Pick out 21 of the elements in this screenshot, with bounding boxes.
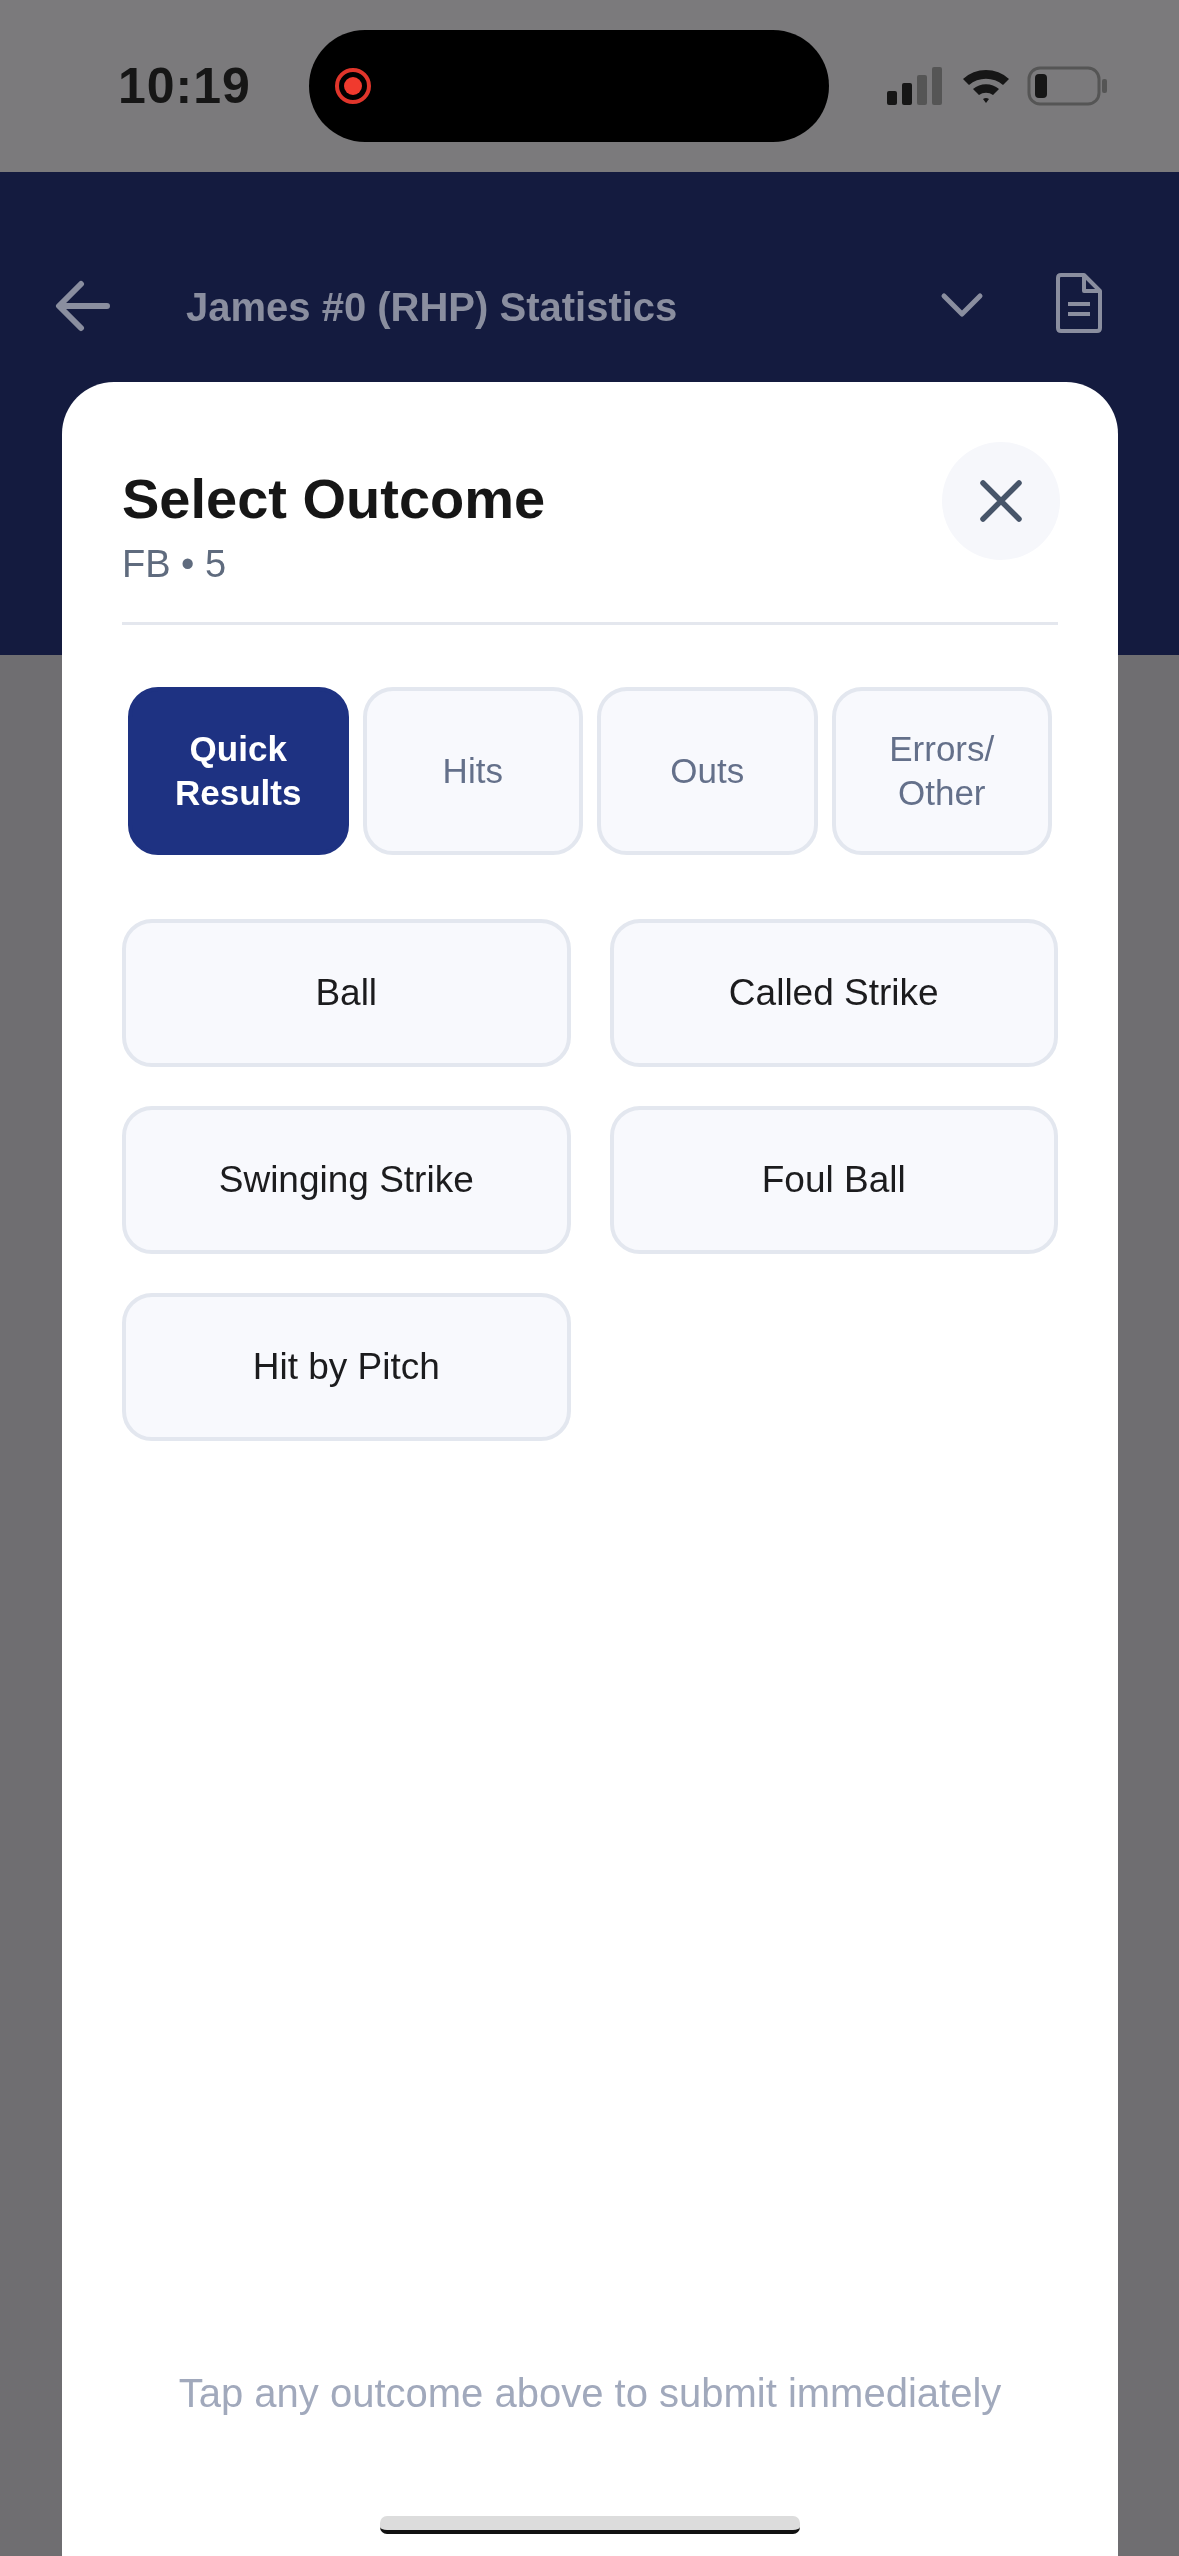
document-icon[interactable] <box>1054 272 1104 334</box>
close-icon <box>979 479 1023 523</box>
outcome-button[interactable]: Hit by Pitch <box>122 1293 571 1441</box>
outcome-button[interactable]: Foul Ball <box>609 1106 1058 1254</box>
sheet-subtitle: FB • 5 <box>122 543 228 586</box>
category-tab[interactable]: Errors/ Other <box>831 687 1052 855</box>
header-title: James #0 (RHP) Statistics <box>185 284 679 331</box>
wifi-icon <box>961 67 1011 105</box>
category-tab[interactable]: Quick Results <box>128 687 349 855</box>
battery-icon <box>1027 66 1109 106</box>
back-arrow-icon[interactable] <box>55 280 111 332</box>
outcome-button[interactable]: Swinging Strike <box>122 1106 571 1254</box>
category-tab[interactable]: Hits <box>362 687 583 855</box>
signal-icon <box>887 67 945 105</box>
status-time: 10:19 <box>118 57 251 115</box>
category-tab[interactable]: Outs <box>597 687 818 855</box>
sheet-title: Select Outcome <box>122 466 546 531</box>
outcome-button[interactable]: Ball <box>122 919 571 1067</box>
hint-text: Tap any outcome above to submit immediately <box>177 2371 1003 2416</box>
outcome-button[interactable]: Called Strike <box>609 919 1058 1067</box>
chevron-down-icon[interactable] <box>940 292 984 320</box>
